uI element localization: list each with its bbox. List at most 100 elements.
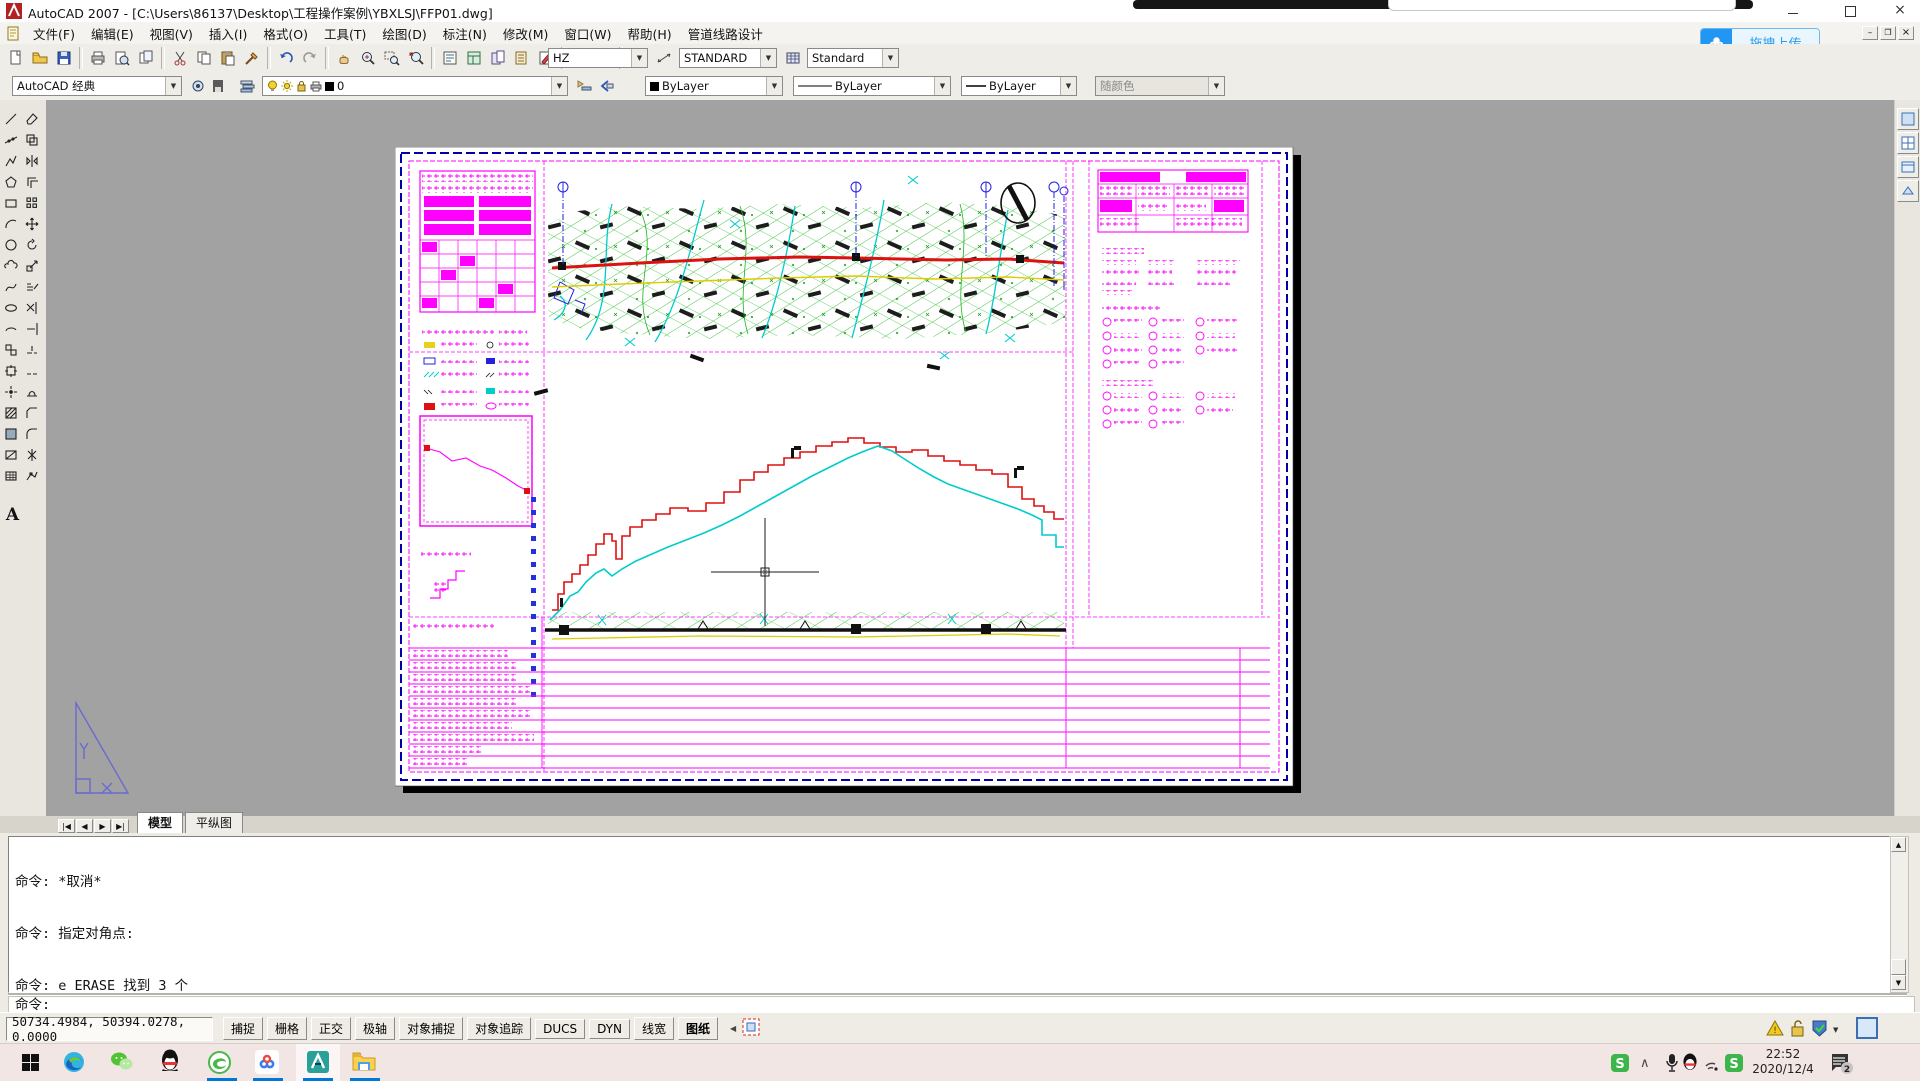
tab-prev-button[interactable]: ◀ bbox=[76, 819, 93, 833]
menu-pipeline-design[interactable]: 管道线路设计 bbox=[680, 22, 771, 45]
hidden-icons-chevron[interactable]: ∧ bbox=[1640, 1056, 1650, 1071]
menu-file[interactable]: 文件(F) bbox=[25, 22, 83, 45]
make-object-layer-current-icon[interactable] bbox=[573, 75, 595, 97]
osnap-toggle[interactable]: 对象捕捉 bbox=[399, 1017, 463, 1040]
menu-insert[interactable]: 插入(I) bbox=[201, 22, 255, 45]
table-style-combo[interactable]: Standard▼ bbox=[807, 48, 899, 68]
array-button[interactable] bbox=[21, 192, 42, 213]
menu-edit[interactable]: 编辑(E) bbox=[83, 22, 142, 45]
pan-button[interactable] bbox=[333, 47, 355, 69]
seafile-tray-icon-2[interactable]: S bbox=[1722, 1051, 1746, 1075]
paper-model-toggle[interactable]: 图纸 bbox=[678, 1017, 718, 1040]
zoom-window-button[interactable] bbox=[381, 47, 403, 69]
tab-first-button[interactable]: |◀ bbox=[58, 819, 75, 833]
polar-toggle[interactable]: 极轴 bbox=[355, 1017, 395, 1040]
qq-tray-icon[interactable] bbox=[1678, 1050, 1702, 1074]
layer-previous-icon[interactable] bbox=[595, 75, 617, 97]
menu-view[interactable]: 视图(V) bbox=[142, 22, 201, 45]
layer-on-bulb-icon[interactable] bbox=[267, 80, 278, 92]
publish-button[interactable] bbox=[135, 47, 157, 69]
clean-screen-icon[interactable] bbox=[1897, 108, 1919, 130]
layer-properties-icon[interactable] bbox=[237, 75, 259, 97]
save-button[interactable] bbox=[53, 47, 75, 69]
scroll-thumb[interactable] bbox=[1891, 959, 1906, 975]
fillet-button[interactable] bbox=[21, 423, 42, 444]
rotate-button[interactable] bbox=[21, 234, 42, 255]
browser-360-icon[interactable] bbox=[207, 1050, 231, 1074]
mirror-button[interactable] bbox=[21, 150, 42, 171]
coordinate-readout[interactable]: 50734.4984, 50394.0278, 0.0000 bbox=[6, 1017, 213, 1041]
polygon-button[interactable] bbox=[0, 171, 21, 192]
plot-preview-button[interactable] bbox=[111, 47, 133, 69]
menu-tools[interactable]: 工具(T) bbox=[316, 22, 374, 45]
properties-button[interactable] bbox=[439, 47, 461, 69]
polyline-button[interactable] bbox=[0, 150, 21, 171]
layer-freeze-sun-icon[interactable] bbox=[281, 80, 293, 92]
point-button[interactable] bbox=[0, 381, 21, 402]
chevron-down-icon[interactable]: ▼ bbox=[1060, 77, 1076, 95]
workspace-settings-icon[interactable] bbox=[187, 75, 209, 97]
layer-lock-icon[interactable] bbox=[296, 80, 307, 92]
file-explorer-icon[interactable] bbox=[352, 1050, 376, 1074]
rectangle-button[interactable] bbox=[0, 192, 21, 213]
ortho-toggle[interactable]: 正交 bbox=[311, 1017, 351, 1040]
workspace-save-icon[interactable] bbox=[207, 75, 229, 97]
layout-viewports-icon[interactable] bbox=[1897, 132, 1919, 154]
dyn-toggle[interactable]: DYN bbox=[589, 1019, 630, 1039]
chevron-down-icon[interactable]: ▼ bbox=[631, 49, 647, 67]
extend-button[interactable] bbox=[21, 318, 42, 339]
table-button[interactable] bbox=[0, 465, 21, 486]
arc-button[interactable] bbox=[0, 213, 21, 234]
snap-toggle[interactable]: 捕捉 bbox=[223, 1017, 263, 1040]
line-button[interactable] bbox=[0, 108, 21, 129]
autoscale-lock-icon[interactable] bbox=[1789, 1018, 1806, 1041]
tab-last-button[interactable]: ▶| bbox=[112, 819, 129, 833]
restore-button[interactable] bbox=[1835, 0, 1865, 21]
menu-help[interactable]: 帮助(H) bbox=[620, 22, 680, 45]
status-collapse-icon[interactable]: ◀ bbox=[730, 1024, 736, 1033]
table-style-icon[interactable] bbox=[782, 47, 804, 69]
undo-button[interactable] bbox=[275, 47, 297, 69]
hatch-button[interactable] bbox=[0, 402, 21, 423]
copy-clip-button[interactable] bbox=[193, 47, 215, 69]
explode-button[interactable] bbox=[21, 444, 42, 465]
notification-center-icon[interactable]: 2 bbox=[1828, 1051, 1854, 1078]
annotation-visibility-icon[interactable]: ! bbox=[1765, 1018, 1785, 1041]
scale-button[interactable] bbox=[21, 255, 42, 276]
construction-line-button[interactable] bbox=[0, 129, 21, 150]
mdi-restore-button[interactable]: ❒ bbox=[1880, 26, 1896, 40]
lwt-toggle[interactable]: 线宽 bbox=[634, 1017, 674, 1040]
layer-combo[interactable]: 0 ▼ bbox=[262, 76, 568, 96]
ellipse-button[interactable] bbox=[0, 297, 21, 318]
mdi-minimize-button[interactable]: – bbox=[1862, 26, 1878, 40]
zoom-realtime-button[interactable] bbox=[357, 47, 379, 69]
color-combo[interactable]: ByLayer ▼ bbox=[645, 76, 783, 96]
tab-next-button[interactable]: ▶ bbox=[94, 819, 111, 833]
copy-object-button[interactable] bbox=[21, 129, 42, 150]
cloud-360-icon[interactable] bbox=[255, 1050, 279, 1074]
command-prompt-input[interactable]: 命令: bbox=[8, 996, 1915, 1013]
stretch-button[interactable] bbox=[21, 276, 42, 297]
drawing-canvas[interactable] bbox=[46, 100, 1894, 816]
menu-dimension[interactable]: 标注(N) bbox=[435, 22, 495, 45]
chevron-down-icon[interactable]: ▼ bbox=[165, 77, 181, 95]
tool-palettes-button[interactable] bbox=[487, 47, 509, 69]
trusted-autodesk-icon[interactable] bbox=[1810, 1018, 1829, 1041]
command-scrollbar[interactable]: ▲ ▼ bbox=[1890, 836, 1909, 993]
zoom-previous-button[interactable] bbox=[405, 47, 427, 69]
sheet-set-manager-button[interactable] bbox=[511, 47, 533, 69]
wechat-icon[interactable] bbox=[110, 1050, 134, 1074]
scroll-up-arrow[interactable]: ▲ bbox=[1891, 837, 1906, 852]
layer-plot-icon[interactable] bbox=[310, 81, 322, 92]
edge-icon[interactable] bbox=[62, 1050, 86, 1074]
start-button[interactable] bbox=[18, 1050, 42, 1074]
menu-draw[interactable]: 绘图(D) bbox=[374, 22, 434, 45]
region-button[interactable] bbox=[0, 444, 21, 465]
chevron-down-icon[interactable]: ▼ bbox=[934, 77, 950, 95]
seafile-tray-icon[interactable]: S bbox=[1608, 1051, 1632, 1075]
3d-views-icon[interactable] bbox=[1897, 180, 1919, 202]
menu-format[interactable]: 格式(O) bbox=[255, 22, 316, 45]
chevron-down-icon[interactable]: ▼ bbox=[760, 49, 776, 67]
otrack-toggle[interactable]: 对象追踪 bbox=[467, 1017, 531, 1040]
chevron-down-icon[interactable]: ▼ bbox=[882, 49, 898, 67]
